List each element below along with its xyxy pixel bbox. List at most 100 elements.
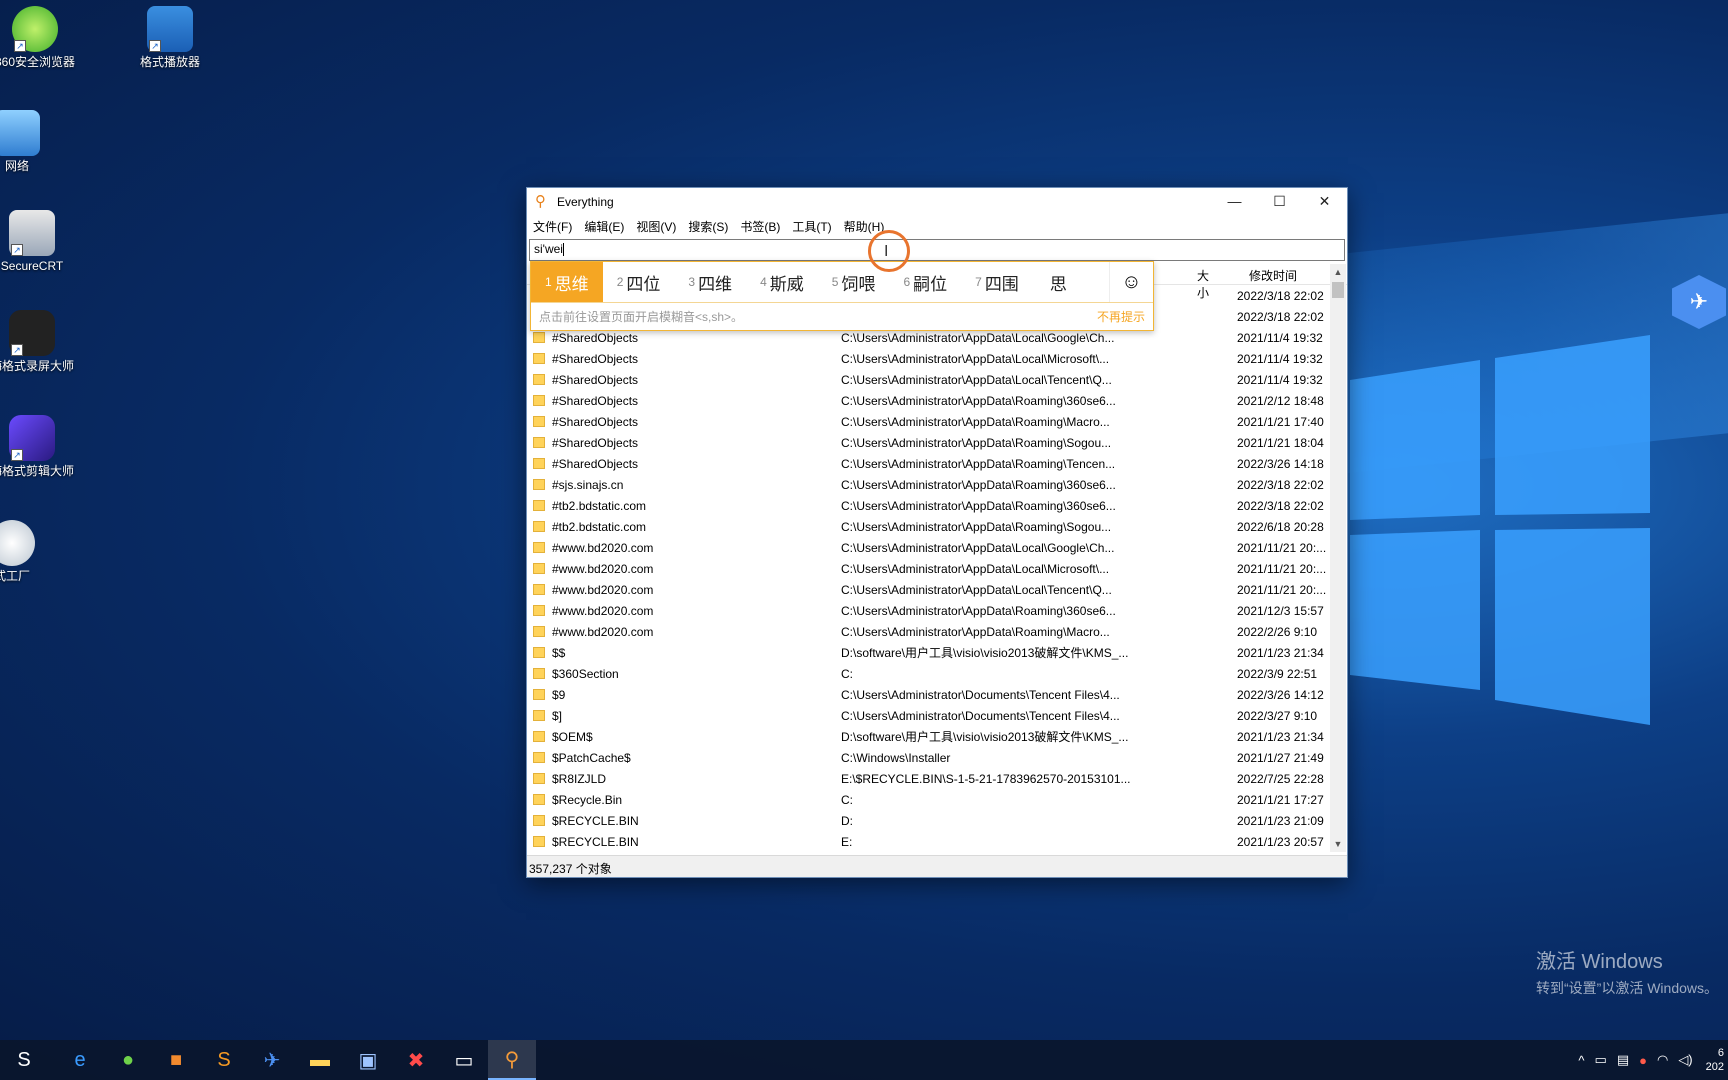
row-path: C:\Users\Administrator\AppData\Roaming\3…	[841, 603, 1116, 618]
desktop-icon-video-player[interactable]: ↗ 格式播放器	[125, 6, 215, 70]
scroll-thumb[interactable]	[1332, 282, 1344, 298]
desktop-icon-format-factory[interactable]: 式工厂	[0, 520, 57, 584]
ime-tip-text[interactable]: 点击前往设置页面开启模糊音<s,sh>。	[539, 308, 743, 325]
clock[interactable]: 6 202	[1706, 1046, 1724, 1074]
table-row[interactable]: #SharedObjects C:\Users\Administrator\App…	[527, 369, 1347, 390]
object-count: 357,237 个对象	[529, 862, 612, 876]
ime-candidate[interactable]: 2 四位	[603, 262, 675, 302]
table-row[interactable]: $9 C:\Users\Administrator\Documents\Tence…	[527, 684, 1347, 705]
bird-app-taskbar-icon[interactable]: ✈	[248, 1040, 296, 1080]
row-date: 2022/3/18 22:02	[1237, 309, 1324, 324]
table-row[interactable]: #www.bd2020.com C:\Users\Administrator\Ap…	[527, 558, 1347, 579]
table-row[interactable]: #www.bd2020.com C:\Users\Administrator\Ap…	[527, 579, 1347, 600]
close-button[interactable]: ✕	[1302, 188, 1347, 215]
scroll-down-arrow-icon[interactable]: ▼	[1330, 836, 1346, 852]
menu-edit[interactable]: 编辑(E)	[584, 218, 624, 235]
ime-candidate[interactable]: 3 四维	[674, 262, 746, 302]
computer-taskbar-icon[interactable]: ▣	[344, 1040, 392, 1080]
wifi-icon[interactable]: ◠	[1657, 1052, 1668, 1068]
sublime-taskbar-icon[interactable]: S	[200, 1040, 248, 1080]
title-bar[interactable]: ⚲ Everything — ☐ ✕	[527, 188, 1347, 215]
desktop-icon-360-browser[interactable]: ↗ 360安全浏览器	[0, 6, 80, 70]
table-row[interactable]: #www.bd2020.com C:\Users\Administrator\Ap…	[527, 600, 1347, 621]
table-row[interactable]: $R8IZJLD E:\$RECYCLE.BIN\S-1-5-21-1783962…	[527, 768, 1347, 789]
table-row[interactable]: $RECYCLE.BIN E: 2021/1/23 20:57	[527, 831, 1347, 852]
activation-subtitle: 转到“设置”以激活 Windows。	[1536, 980, 1719, 996]
desktop-icon-screen-recorder[interactable]: ↗ 嗨格式录屏大师	[0, 310, 77, 374]
ppt-taskbar-icon[interactable]: ■	[152, 1040, 200, 1080]
row-path: C:	[841, 792, 853, 807]
windows-activation-watermark: 激活 Windows 转到“设置”以激活 Windows。	[1536, 945, 1718, 998]
vertical-scrollbar[interactable]: ▲ ▼	[1330, 264, 1346, 852]
table-row[interactable]: #SharedObjects C:\Users\Administrator\App…	[527, 432, 1347, 453]
table-row[interactable]: #sjs.sinajs.cn C:\Users\Administrator\App…	[527, 474, 1347, 495]
column-header-size[interactable]: 大小	[1193, 264, 1209, 300]
tray-app-icon[interactable]: ●	[1639, 1053, 1647, 1068]
table-row[interactable]: #tb2.bdstatic.com C:\Users\Administrator\…	[527, 516, 1347, 537]
maximize-button[interactable]: ☐	[1257, 188, 1302, 215]
windows-logo-wallpaper	[1350, 335, 1650, 725]
ime-candidate[interactable]: 思	[1033, 262, 1081, 302]
activation-title: 激活 Windows	[1536, 951, 1663, 973]
table-row[interactable]: #www.bd2020.com C:\Users\Administrator\Ap…	[527, 537, 1347, 558]
desktop-icon-video-editor[interactable]: ↗ 嗨格式剪辑大师	[0, 415, 77, 479]
table-row[interactable]: #SharedObjects C:\Users\Administrator\App…	[527, 411, 1347, 432]
tray-printer-icon[interactable]: ▤	[1617, 1052, 1629, 1068]
menu-search[interactable]: 搜索(S)	[688, 218, 728, 235]
folder-icon	[533, 332, 545, 343]
volume-icon[interactable]: ◁)	[1678, 1052, 1692, 1068]
column-header-modified[interactable]: 修改时间	[1237, 264, 1337, 284]
table-row[interactable]: #SharedObjects C:\Users\Administrator\App…	[527, 348, 1347, 369]
menu-bookmarks[interactable]: 书签(B)	[740, 218, 780, 235]
video-editor-icon: ↗	[9, 415, 55, 461]
ime-candidate[interactable]: 1 思维	[531, 262, 603, 302]
folder-icon	[533, 374, 545, 385]
tray-device-icon[interactable]: ▭	[1595, 1052, 1607, 1068]
ime-dismiss-link[interactable]: 不再提示	[1097, 308, 1145, 325]
table-row[interactable]: $PatchCache$ C:\Windows\Installer 2021/1/2…	[527, 747, 1347, 768]
row-date: 2021/11/4 19:32	[1237, 330, 1323, 345]
menu-file[interactable]: 文件(F)	[533, 218, 572, 235]
scroll-up-arrow-icon[interactable]: ▲	[1330, 264, 1346, 280]
table-row[interactable]: #SharedObjects C:\Users\Administrator\App…	[527, 453, 1347, 474]
table-row[interactable]: $] C:\Users\Administrator\Documents\Tence…	[527, 705, 1347, 726]
folder-icon	[533, 731, 545, 742]
table-row[interactable]: $Recycle.Bin C: 2021/1/21 17:27	[527, 789, 1347, 810]
table-row[interactable]: #SharedObjects C:\Users\Administrator\App…	[527, 390, 1347, 411]
ie-browser-icon[interactable]: e	[56, 1040, 104, 1080]
ime-tip-bar: 点击前往设置页面开启模糊音<s,sh>。 不再提示	[531, 302, 1153, 330]
table-row[interactable]: #www.bd2020.com C:\Users\Administrator\Ap…	[527, 621, 1347, 642]
row-date: 2021/11/21 20:...	[1237, 561, 1327, 576]
ime-candidate[interactable]: 7 四围	[961, 262, 1033, 302]
everything-taskbar-icon[interactable]: ⚲	[488, 1040, 536, 1080]
recorder-taskbar-icon[interactable]: ▭	[440, 1040, 488, 1080]
menu-tools[interactable]: 工具(T)	[792, 218, 831, 235]
table-row[interactable]: $OEM$ D:\software\用户工具\visio\visio2013破解文…	[527, 726, 1347, 747]
table-row[interactable]: $$ D:\software\用户工具\visio\visio2013破解文件\K…	[527, 642, 1347, 663]
start-button-icon[interactable]: S	[0, 1040, 48, 1080]
screen-recorder-icon: ↗	[9, 310, 55, 356]
table-row[interactable]: $RECYCLE.BIN D: 2021/1/23 21:09	[527, 810, 1347, 831]
ime-candidate[interactable]: 4 斯威	[746, 262, 818, 302]
folder-icon	[533, 836, 545, 847]
table-row[interactable]: $360Section C: 2022/3/9 22:51	[527, 663, 1347, 684]
cursor-highlight-ring	[868, 230, 910, 272]
menu-view[interactable]: 视图(V)	[636, 218, 676, 235]
magnifier-app-icon: ⚲	[535, 192, 546, 210]
row-name: $$	[527, 646, 839, 660]
table-row[interactable]: #tb2.bdstatic.com C:\Users\Administrator\…	[527, 495, 1347, 516]
folder-icon	[533, 668, 545, 679]
row-path: E:\$RECYCLE.BIN\S-1-5-21-1783962570-2015…	[841, 771, 1131, 786]
file-explorer-taskbar-icon[interactable]: ▬	[296, 1040, 344, 1080]
xmind-taskbar-icon[interactable]: ✖	[392, 1040, 440, 1080]
desktop-icon-network[interactable]: 网络	[0, 110, 62, 174]
360-browser-taskbar-icon[interactable]: ●	[104, 1040, 152, 1080]
row-date: 2022/3/18 22:02	[1237, 288, 1324, 303]
minimize-button[interactable]: —	[1212, 188, 1257, 215]
row-path: D:\software\用户工具\visio\visio2013破解文件\KMS…	[841, 730, 1129, 744]
tray-expand-icon[interactable]: ^	[1578, 1053, 1584, 1068]
folder-icon	[533, 542, 545, 553]
emoji-icon[interactable]: ☺	[1109, 262, 1153, 302]
search-input[interactable]: si'wei	[529, 239, 1345, 261]
desktop-icon-securecrt[interactable]: ↗ SecureCRT	[0, 210, 77, 274]
